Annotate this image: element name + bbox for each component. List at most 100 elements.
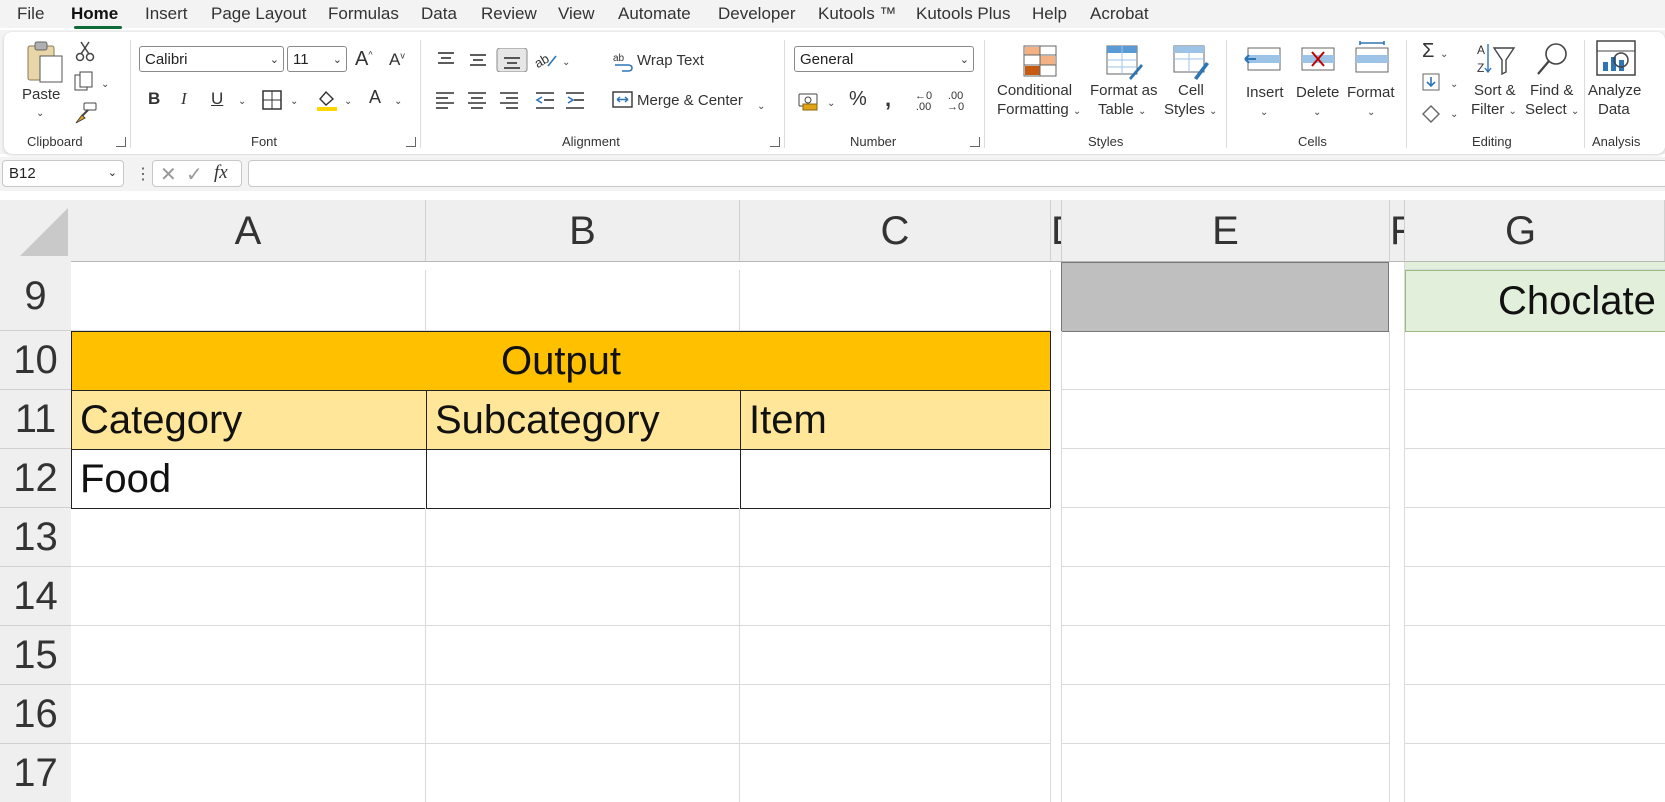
cell-c9[interactable] [740,270,1051,331]
cell-c14[interactable] [740,567,1051,626]
cell-c15[interactable] [740,626,1051,685]
menu-developer[interactable]: Developer [718,4,796,24]
row-header-13[interactable]: 13 [0,508,71,567]
copy-icon[interactable]: ⌄ [73,71,113,93]
formula-input[interactable] [248,160,1665,187]
merge-center-dropdown-chevron-icon[interactable]: ⌄ [757,97,765,116]
cell-e11[interactable] [1062,390,1390,449]
autosum-button[interactable]: Σ ⌄ [1422,40,1448,63]
cell-g11[interactable] [1405,390,1665,449]
cell-a11[interactable]: Category [71,390,427,450]
cell-a15[interactable] [71,626,426,685]
italic-button[interactable]: I [181,89,187,109]
analyze-data-line1[interactable]: Analyze [1588,81,1641,100]
cell-b15[interactable] [426,626,740,685]
font-launcher-icon[interactable] [406,137,416,147]
row-header-9[interactable]: 9 [0,262,71,331]
column-header-e[interactable]: E [1062,200,1390,262]
vertical-align-icons[interactable] [434,48,544,72]
cell-b16[interactable] [426,685,740,744]
cell-e16[interactable] [1062,685,1390,744]
cell-b13[interactable] [426,508,740,567]
menu-data[interactable]: Data [421,4,457,24]
name-box[interactable]: B12 ⌄ [2,160,124,187]
column-header-b[interactable]: B [426,200,740,262]
menu-automate[interactable]: Automate [618,4,691,24]
paste-button[interactable]: Paste [22,85,60,104]
cell-b14[interactable] [426,567,740,626]
format-dropdown-chevron-icon[interactable]: ⌄ [1367,103,1375,122]
cell-g15[interactable] [1405,626,1665,685]
delete-dropdown-chevron-icon[interactable]: ⌄ [1313,103,1321,122]
accounting-format-icon[interactable]: ⌄ [797,90,839,112]
cell-e15[interactable] [1062,626,1390,685]
cell-c11[interactable]: Item [740,390,1051,450]
decrease-decimal-button[interactable]: .00 →0 [947,91,964,113]
font-name-select[interactable]: Calibri ⌄ [139,46,284,72]
insert-cells-icon[interactable] [1244,44,1284,76]
underline-button[interactable]: U [211,89,223,109]
column-header-a[interactable]: A [71,200,426,262]
row-header-11[interactable]: 11 [0,390,71,449]
font-size-select[interactable]: 11 ⌄ [287,46,347,72]
paste-dropdown-chevron-icon[interactable]: ⌄ [36,104,44,123]
cell-c12[interactable] [740,449,1051,509]
cell-c17[interactable] [740,744,1051,802]
horizontal-align-icons[interactable] [434,88,584,112]
sort-filter-line1[interactable]: Sort & [1474,81,1516,100]
row-header-10[interactable]: 10 [0,331,71,390]
enter-icon[interactable]: ✓ [186,162,203,187]
cell-a17[interactable] [71,744,426,802]
cancel-icon[interactable]: ✕ [160,162,177,187]
row-header-17[interactable]: 17 [0,744,71,802]
wrap-text-button[interactable]: Wrap Text [637,51,704,70]
cell-a16[interactable] [71,685,426,744]
sort-filter-button[interactable]: Filter ⌄ [1471,100,1517,121]
sort-filter-icon[interactable]: AZ [1476,40,1516,78]
find-select-line1[interactable]: Find & [1530,81,1573,100]
format-as-table-icon[interactable] [1105,44,1143,80]
find-select-button[interactable]: Select ⌄ [1525,100,1579,121]
cell-e13[interactable] [1062,508,1390,567]
cell-styles-line1[interactable]: Cell [1178,81,1204,100]
column-header-f[interactable]: F [1390,200,1405,262]
row-header-12[interactable]: 12 [0,449,71,508]
cell-g9[interactable]: Choclate [1405,270,1665,332]
font-color-button[interactable]: A [369,87,381,108]
menu-insert[interactable]: Insert [145,4,188,24]
cell-e9[interactable] [1061,262,1389,332]
menu-help[interactable]: Help [1032,4,1067,24]
cut-icon[interactable] [74,40,96,62]
menu-acrobat[interactable]: Acrobat [1090,4,1149,24]
select-all-corner[interactable] [0,200,71,262]
clipboard-launcher-icon[interactable] [116,137,126,147]
conditional-formatting-icon[interactable] [1022,44,1058,78]
menu-kutools[interactable]: Kutools ™ [818,4,896,24]
number-launcher-icon[interactable] [970,137,980,147]
delete-cells-icon[interactable] [1298,44,1338,76]
borders-dropdown-chevron-icon[interactable]: ⌄ [290,96,298,107]
fill-icon[interactable]: ⌄ [1420,71,1462,93]
merge-center-button[interactable]: Merge & Center [637,91,743,110]
row-header-16[interactable]: 16 [0,685,71,744]
cell-a13[interactable] [71,508,426,567]
decrease-font-button[interactable]: Av [389,50,405,70]
conditional-formatting-line1[interactable]: Conditional [997,81,1072,100]
menu-home[interactable]: Home [71,4,118,24]
column-header-c[interactable]: C [740,200,1051,262]
column-f-cells[interactable] [1390,262,1405,802]
column-header-g[interactable]: G [1405,200,1665,262]
column-header-d[interactable]: D [1051,200,1062,262]
clear-icon[interactable]: ⌄ [1420,101,1462,123]
format-button[interactable]: Format [1347,83,1395,102]
menu-formulas[interactable]: Formulas [328,4,399,24]
increase-decimal-button[interactable]: ←0.00 [915,91,932,113]
more-options-icon[interactable]: ⋮ [135,164,151,184]
menu-review[interactable]: Review [481,4,537,24]
cell-e10[interactable] [1062,331,1390,390]
format-painter-icon[interactable] [74,101,98,125]
cell-g13[interactable] [1405,508,1665,567]
menu-kutools-plus[interactable]: Kutools Plus [916,4,1011,24]
borders-icon[interactable] [261,89,283,111]
cell-a14[interactable] [71,567,426,626]
